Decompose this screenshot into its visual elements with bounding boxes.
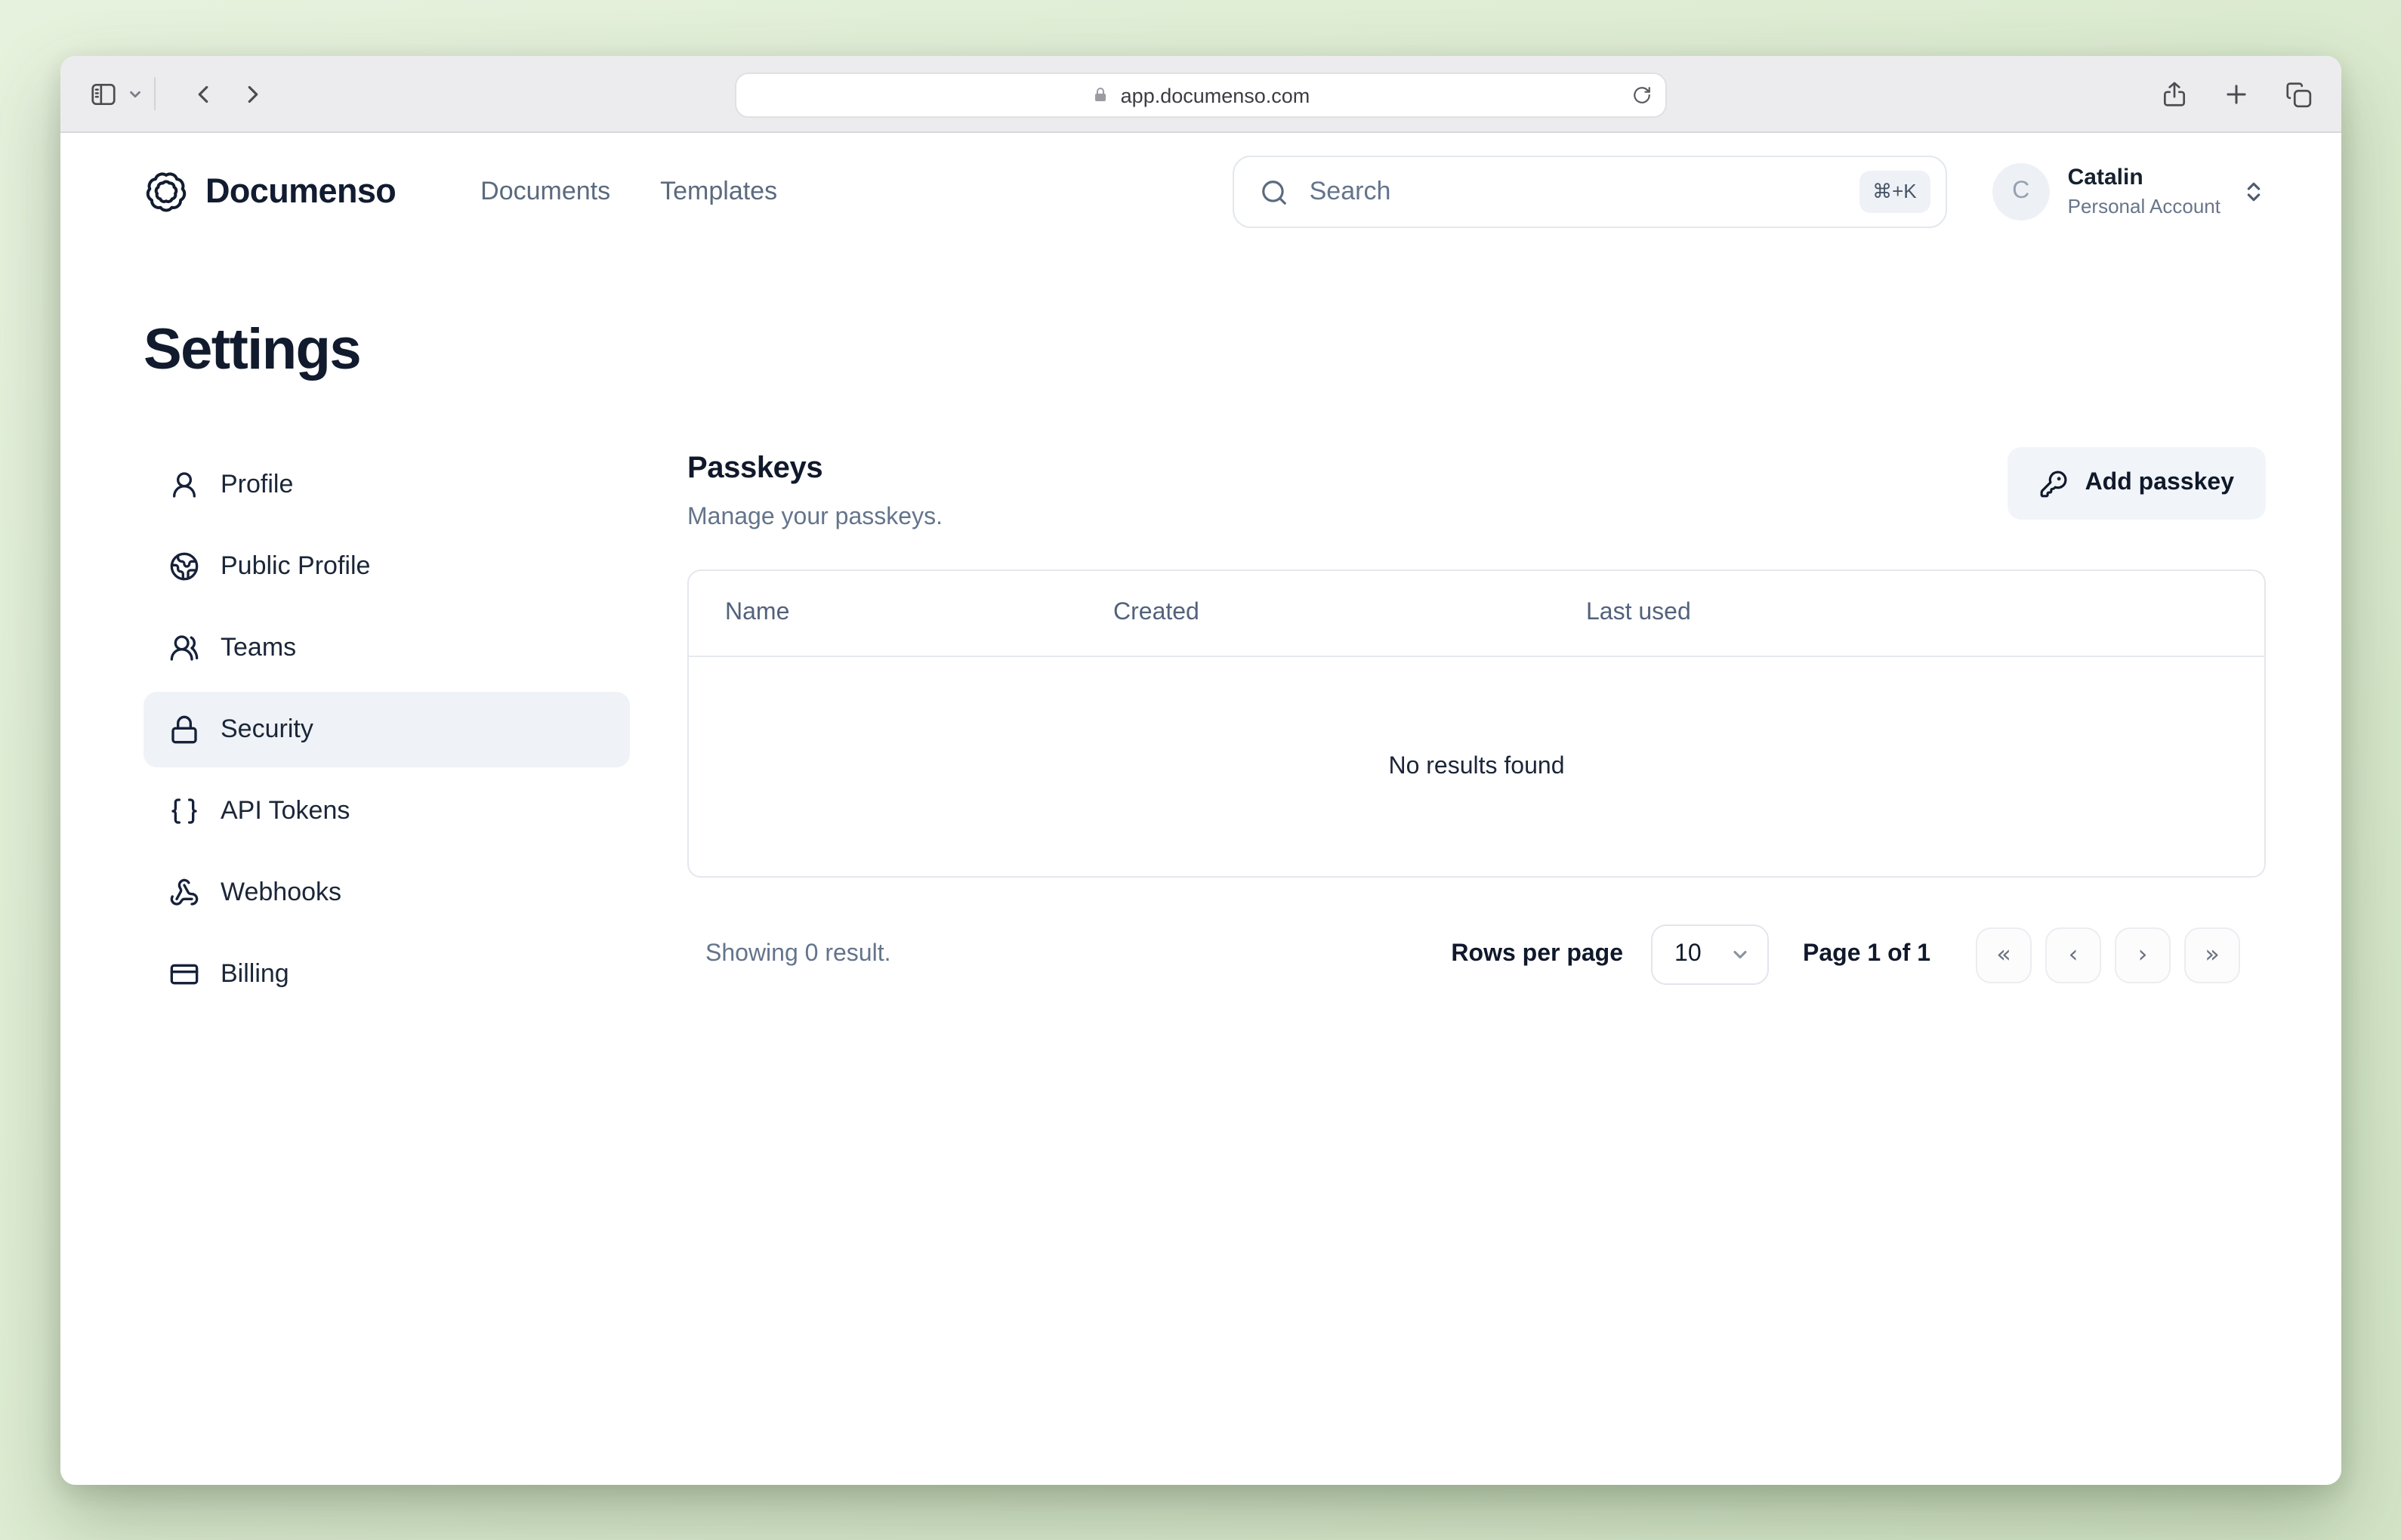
add-passkey-label: Add passkey — [2085, 470, 2234, 497]
column-header-last-used: Last used — [1586, 600, 2264, 627]
tab-overview-button[interactable] — [2284, 79, 2313, 108]
sidebar-item-label: API Tokens — [221, 796, 350, 826]
nav-documents[interactable]: Documents — [480, 177, 610, 207]
users-icon — [169, 633, 199, 663]
add-passkey-button[interactable]: Add passkey — [2008, 447, 2266, 520]
chevron-down-icon — [1729, 944, 1750, 965]
last-page-button[interactable]: » — [2184, 927, 2240, 983]
app-header: Documenso Documents Templates ⌘+K C — [60, 133, 2341, 228]
globe-icon — [169, 551, 199, 582]
table-header-row: Name Created Last used — [689, 571, 2264, 657]
table-empty-state: No results found — [689, 657, 2264, 876]
forward-button[interactable] — [239, 79, 267, 108]
sidebar-toggle-icon — [89, 79, 118, 108]
rows-per-page-select[interactable]: 10 — [1650, 924, 1768, 985]
desktop: app.documenso.com — [0, 0, 2401, 1540]
address-bar[interactable]: app.documenso.com — [735, 73, 1667, 118]
pagination: « ‹ › » — [1976, 927, 2240, 983]
forward-icon — [239, 79, 267, 108]
reload-button[interactable] — [1632, 85, 1652, 105]
account-name: Catalin — [2068, 165, 2220, 193]
sidebar-item-label: Billing — [221, 959, 289, 989]
section-subtitle: Manage your passkeys. — [687, 505, 943, 532]
rows-per-page-label: Rows per page — [1451, 941, 1623, 968]
primary-nav: Documents Templates — [480, 177, 777, 207]
sidebar-item-billing[interactable]: Billing — [144, 937, 630, 1012]
sidebar-item-label: Webhooks — [221, 878, 341, 908]
page-title: Settings — [144, 319, 2341, 384]
next-page-button[interactable]: › — [2115, 927, 2171, 983]
chevron-down-icon — [127, 85, 144, 102]
first-page-button[interactable]: « — [1976, 927, 2032, 983]
back-icon — [189, 79, 218, 108]
reload-icon — [1632, 85, 1652, 105]
avatar-initial: C — [2012, 178, 2029, 205]
chevrons-up-down-icon — [2242, 180, 2266, 204]
sidebar-toggle-button[interactable] — [89, 79, 118, 108]
sidebar-item-teams[interactable]: Teams — [144, 610, 630, 686]
passkeys-panel: Passkeys Manage your passkeys. Add passk… — [687, 447, 2266, 985]
sidebar-item-webhooks[interactable]: Webhooks — [144, 855, 630, 930]
results-summary: Showing 0 result. — [687, 941, 890, 968]
plus-icon — [2222, 79, 2251, 108]
url-text: app.documenso.com — [1121, 84, 1310, 106]
settings-sidebar: Profile Public Profile — [144, 447, 630, 1012]
account-type: Personal Account — [2068, 195, 2220, 220]
table-footer: Showing 0 result. Rows per page 10 Page … — [687, 924, 2266, 985]
brand-name: Documenso — [205, 172, 396, 211]
documenso-logo-icon — [144, 169, 189, 214]
section-title: Passkeys — [687, 452, 943, 486]
avatar: C — [1992, 163, 2050, 221]
passkeys-table: Name Created Last used No results found — [687, 569, 2266, 878]
tabs-icon — [2284, 79, 2313, 108]
previous-page-button[interactable]: ‹ — [2045, 927, 2101, 983]
browser-toolbar: app.documenso.com — [60, 56, 2341, 133]
webhook-icon — [169, 878, 199, 908]
sidebar-item-label: Teams — [221, 633, 296, 663]
app-content: Documenso Documents Templates ⌘+K C — [60, 133, 2341, 1485]
account-switcher[interactable]: C Catalin Personal Account — [1992, 163, 2266, 221]
brand[interactable]: Documenso — [144, 169, 396, 214]
share-icon — [2160, 79, 2189, 108]
search-input[interactable] — [1307, 175, 1841, 208]
browser-window: app.documenso.com — [60, 56, 2341, 1485]
search-icon — [1260, 177, 1288, 206]
page-status: Page 1 of 1 — [1803, 941, 1930, 968]
sidebar-item-label: Profile — [221, 470, 293, 500]
column-header-name: Name — [689, 600, 1113, 627]
lock-icon — [169, 714, 199, 745]
sidebar-item-public-profile[interactable]: Public Profile — [144, 529, 630, 604]
rows-per-page-value: 10 — [1674, 941, 1702, 968]
braces-icon — [169, 796, 199, 826]
credit-card-icon — [169, 959, 199, 989]
tab-group-chevron-button[interactable] — [127, 85, 144, 102]
search-shortcut-badge: ⌘+K — [1859, 171, 1930, 213]
column-header-created: Created — [1113, 600, 1586, 627]
sidebar-item-security[interactable]: Security — [144, 692, 630, 767]
sidebar-item-profile[interactable]: Profile — [144, 447, 630, 523]
user-icon — [169, 470, 199, 500]
search-bar[interactable]: ⌘+K — [1233, 156, 1947, 228]
sidebar-item-label: Security — [221, 714, 313, 745]
sidebar-item-api-tokens[interactable]: API Tokens — [144, 773, 630, 849]
nav-templates[interactable]: Templates — [660, 177, 777, 207]
tls-lock-icon — [1092, 86, 1110, 104]
back-button[interactable] — [189, 79, 218, 108]
new-tab-button[interactable] — [2222, 79, 2251, 108]
sidebar-item-label: Public Profile — [221, 551, 370, 582]
share-button[interactable] — [2160, 79, 2189, 108]
toolbar-divider — [154, 77, 156, 110]
key-icon — [2040, 469, 2069, 498]
